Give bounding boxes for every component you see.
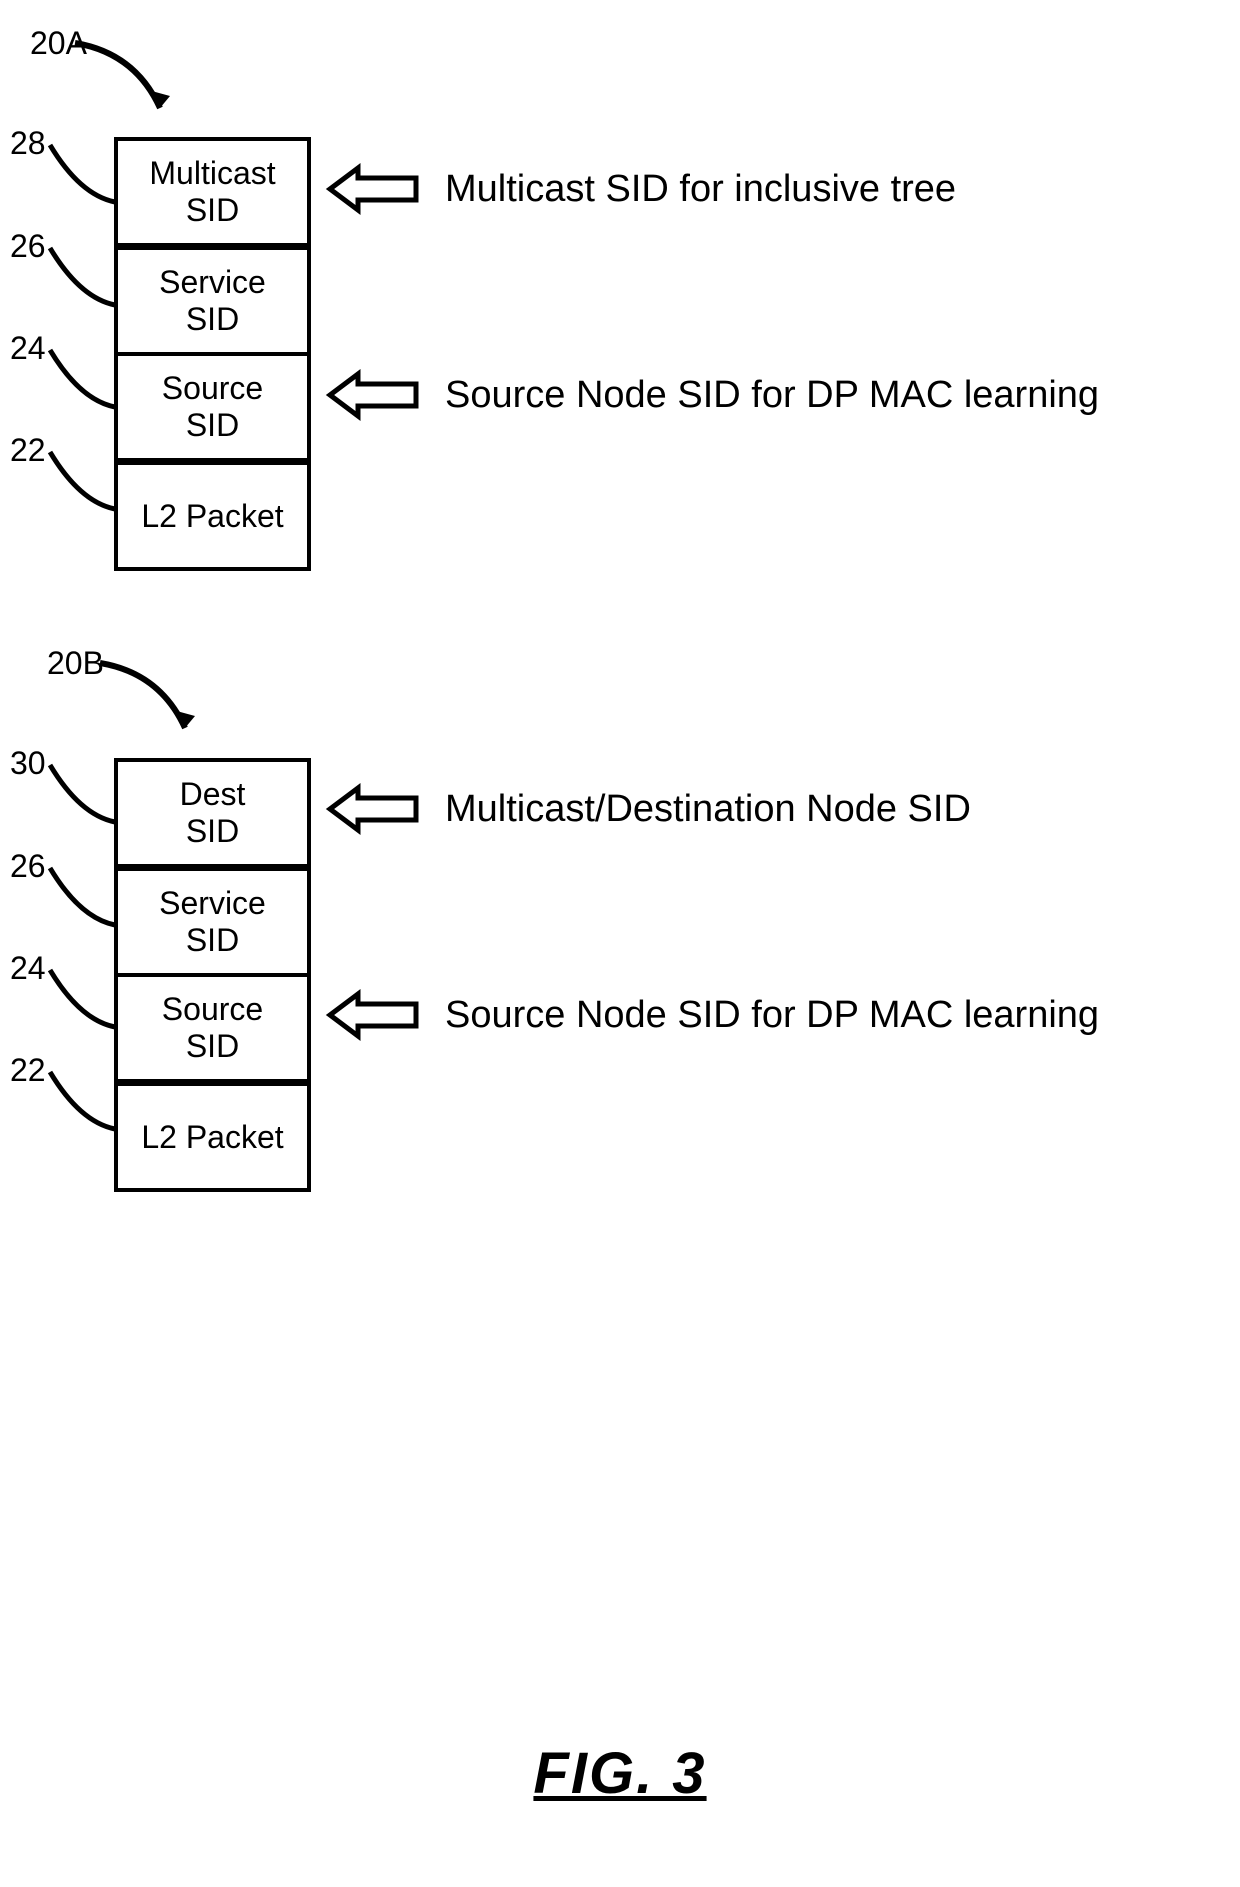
- id-label-a: 20A: [30, 25, 87, 62]
- cell-a-multicast-l2: SID: [186, 192, 239, 229]
- annot-a-top: Multicast SID for inclusive tree: [445, 168, 956, 211]
- curve-a-26: [45, 243, 120, 313]
- curve-b-24: [45, 965, 120, 1035]
- figure-page: 20A Multicast SID Service SID Source SID…: [0, 0, 1240, 1887]
- cell-a-source-l1: Source: [162, 370, 263, 407]
- cell-a-multicast: Multicast SID: [118, 141, 307, 248]
- num-a-28: 28: [10, 125, 46, 162]
- num-b-24: 24: [10, 950, 46, 987]
- cell-a-multicast-l1: Multicast: [149, 155, 275, 192]
- num-b-30: 30: [10, 745, 46, 782]
- num-a-24: 24: [10, 330, 46, 367]
- cell-a-service-l2: SID: [186, 301, 239, 338]
- cell-b-dest-l2: SID: [186, 813, 239, 850]
- cell-a-l2: L2 Packet: [118, 463, 307, 567]
- figure-caption: FIG. 3: [0, 1740, 1240, 1807]
- stack-b: Dest SID Service SID Source SID L2 Packe…: [114, 758, 311, 1192]
- cell-a-service-l1: Service: [159, 264, 266, 301]
- arrow-b-source: [330, 988, 420, 1042]
- num-b-22: 22: [10, 1052, 46, 1089]
- arrow-b-top: [330, 782, 420, 836]
- cell-b-l2: L2 Packet: [118, 1084, 307, 1188]
- cell-b-l2-l1: L2 Packet: [141, 1119, 283, 1156]
- cell-a-l2-l1: L2 Packet: [141, 498, 283, 535]
- id-label-b: 20B: [47, 645, 104, 682]
- curve-b-30: [45, 760, 120, 830]
- cell-b-service-l2: SID: [186, 922, 239, 959]
- arrow-a-source: [330, 368, 420, 422]
- annot-b-top: Multicast/Destination Node SID: [445, 788, 971, 831]
- annot-a-source: Source Node SID for DP MAC learning: [445, 374, 1099, 417]
- curve-a-28: [45, 140, 120, 210]
- cell-b-source-l2: SID: [186, 1028, 239, 1065]
- cell-b-service-l1: Service: [159, 885, 266, 922]
- cell-a-service: Service SID: [118, 248, 307, 354]
- cell-b-source: Source SID: [118, 975, 307, 1084]
- cell-b-dest: Dest SID: [118, 762, 307, 869]
- annot-b-source: Source Node SID for DP MAC learning: [445, 994, 1099, 1037]
- arrow-a-top: [330, 162, 420, 216]
- cell-b-source-l1: Source: [162, 991, 263, 1028]
- num-b-26: 26: [10, 848, 46, 885]
- curve-b-26: [45, 863, 120, 933]
- cell-a-source: Source SID: [118, 354, 307, 463]
- id-arrow-b: [95, 658, 205, 753]
- num-a-22: 22: [10, 432, 46, 469]
- curve-a-22: [45, 447, 120, 517]
- curve-b-22: [45, 1067, 120, 1137]
- num-a-26: 26: [10, 228, 46, 265]
- stack-a: Multicast SID Service SID Source SID L2 …: [114, 137, 311, 571]
- cell-b-service: Service SID: [118, 869, 307, 975]
- curve-a-24: [45, 345, 120, 415]
- cell-a-source-l2: SID: [186, 407, 239, 444]
- cell-b-dest-l1: Dest: [180, 776, 246, 813]
